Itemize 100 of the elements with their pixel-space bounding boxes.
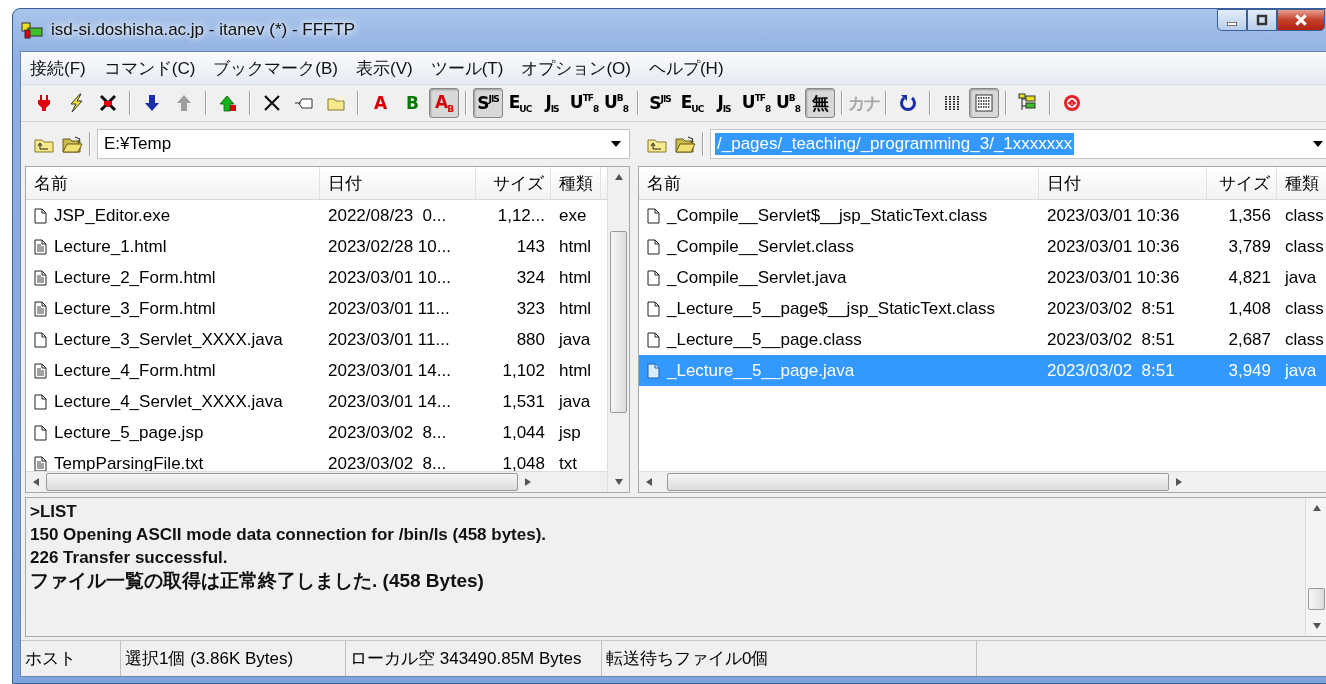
toolbar-button[interactable]: J$_{IS}$ [537,88,567,118]
toolbar-button[interactable]: 無 [805,88,835,118]
vertical-scrollbar[interactable] [1305,498,1326,636]
type-cell-text: java [1283,360,1318,381]
column-header[interactable]: 日付 [320,167,476,199]
file-row[interactable]: Lecture_3_Servlet_XXXX.java 2023/03/01 11... 880 java [26,324,607,355]
column-header[interactable]: 名前 [26,167,320,199]
file-row[interactable]: Lecture_2_Form.html 2023/03/01 10... 324 html [26,262,607,293]
date-cell-text: 2023/03/01 10:36 [1046,236,1181,257]
open-folder-icon[interactable] [61,134,83,154]
type-cell-text: txt [558,453,578,471]
horizontal-scrollbar[interactable] [639,471,1326,492]
path-field[interactable]: E:¥Temp [97,129,630,159]
status-text: ホスト [21,641,121,676]
column-header[interactable]: サイズ [476,167,551,199]
type-cell-text: java [557,391,592,412]
menu-item[interactable]: オプション(O) [512,56,640,80]
menu-item[interactable]: コマンド(C) [94,56,205,80]
toolbar-button[interactable]: E$_{UC}$ [505,88,535,118]
close-button[interactable] [1277,9,1325,31]
file-row[interactable]: Lecture_3_Form.html 2023/03/01 11... 323 html [26,293,607,324]
detail-list-icon [974,93,994,113]
vertical-scrollbar[interactable] [607,167,629,492]
file-icon [645,362,661,379]
detail-list-button[interactable] [969,88,999,118]
file-row[interactable]: _Lecture__5__page$__jsp_StaticText.class 2023/03/02 8:51 1,408 class [639,293,1326,324]
scroll-right-icon[interactable] [1176,478,1182,486]
scroll-down-icon[interactable] [614,479,623,485]
type-cell-text: java [1283,267,1318,288]
menu-item[interactable]: ヘルプ(H) [639,56,733,80]
text-file-icon [32,362,48,379]
scroll-up-icon[interactable] [614,174,623,180]
close-icon [1294,13,1308,27]
minimize-button[interactable] [1217,9,1247,31]
type-cell-text: java [557,329,592,350]
text-file-icon [32,455,48,471]
scroll-up-icon[interactable] [1312,505,1321,511]
file-row[interactable]: JSP_Editor.exe 2022/08/23 0... 1,12... exe [26,200,607,231]
horizontal-scrollbar[interactable] [26,471,607,492]
maximize-button[interactable] [1247,9,1277,31]
refresh-icon [898,93,918,113]
toolbar-button[interactable]: A$_{B}$ [429,88,459,118]
toolbar-button[interactable]: S$^{JIS}$ [473,88,503,118]
scroll-right-icon[interactable] [525,478,531,486]
file-row[interactable]: Lecture_5_page.jsp 2023/03/02 8... 1,044 jsp [26,417,607,448]
file-row[interactable]: Lecture_1.html 2023/02/28 10... 143 html [26,231,607,262]
column-header[interactable]: 名前 [639,167,1039,199]
file-name: _Compile__Servlet.class [667,236,855,257]
log-line: >LIST [30,501,78,523]
size-cell-text: 1,12... [496,205,546,226]
file-row[interactable]: _Compile__Servlet.class 2023/03/01 10:36 3,789 class [639,231,1326,262]
scroll-thumb[interactable] [610,231,627,413]
file-row[interactable]: Lecture_4_Form.html 2023/03/01 14... 1,102 html [26,355,607,386]
scroll-down-icon[interactable] [1312,623,1321,629]
toolbar-button[interactable]: S$^{JIS}$ [645,88,675,118]
file-name: _Compile__Servlet.java [667,267,847,288]
open-folder-icon[interactable] [674,134,696,154]
column-header[interactable]: 日付 [1039,167,1207,199]
scroll-thumb[interactable] [1308,588,1325,610]
column-header[interactable]: 種類 [551,167,601,199]
scroll-left-icon[interactable] [33,478,39,486]
columns-icon [942,93,962,113]
text-file-icon [32,300,48,317]
column-header[interactable]: サイズ [1207,167,1277,199]
date-cell-text: 2023/03/01 14... [327,391,452,412]
type-cell-text: html [558,267,593,288]
size-cell-text: 324 [515,267,546,288]
file-icon [645,269,661,286]
menu-item[interactable]: ツール(T) [421,56,513,80]
menu-item[interactable]: 接続(F) [21,56,95,80]
toolbar-button[interactable]: B [397,88,427,118]
status-text: ローカル空 343490.85M Bytes [346,641,602,676]
toolbar-button[interactable]: E$_{UC}$ [677,88,707,118]
text-file-icon [32,238,48,255]
toolbar-button[interactable]: A [365,88,395,118]
log-line: 226 Transfer successful. [30,547,229,569]
size-cell-text: 1,102 [501,360,546,381]
window-title: isd-si.doshisha.ac.jp - itanev (*) - FFFTP [51,20,356,40]
status-text: 転送待ちファイル0個 [602,641,977,676]
column-header[interactable]: 種類 [1277,167,1326,199]
menu-item[interactable]: 表示(V) [347,56,422,80]
scroll-thumb[interactable] [667,473,1169,491]
menu-item[interactable]: ブックマーク(B) [204,56,347,80]
maximize-icon [1256,14,1268,26]
scroll-thumb[interactable] [46,473,518,491]
file-row[interactable]: Lecture_4_Servlet_XXXX.java 2023/03/01 14... 1,531 java [26,386,607,417]
date-cell-text: 2023/03/02 8... [327,453,448,471]
dropdown-arrow-icon [1313,141,1323,147]
file-row[interactable]: _Compile__Servlet.java 2023/03/01 10:36 4,821 java [639,262,1326,293]
file-row[interactable]: _Compile__Servlet$__jsp_StaticText.class 2023/03/01 10:36 1,356 class [639,200,1326,231]
file-row[interactable]: _Lecture__5__page.class 2023/03/02 8:51 2,687 class [639,324,1326,355]
file-icon [645,238,661,255]
size-cell-text: 1,408 [1227,298,1272,319]
toolbar-button[interactable]: J$_{IS}$ [709,88,739,118]
file-name: _Lecture__5__page$__jsp_StaticText.class [667,298,995,319]
date-cell-text: 2023/03/01 10:36 [1046,267,1181,288]
file-name: _Compile__Servlet$__jsp_StaticText.class [667,205,988,226]
date-cell-text: 2023/03/02 8:51 [1046,360,1176,381]
type-cell-text: html [558,360,593,381]
scroll-left-icon[interactable] [646,478,652,486]
